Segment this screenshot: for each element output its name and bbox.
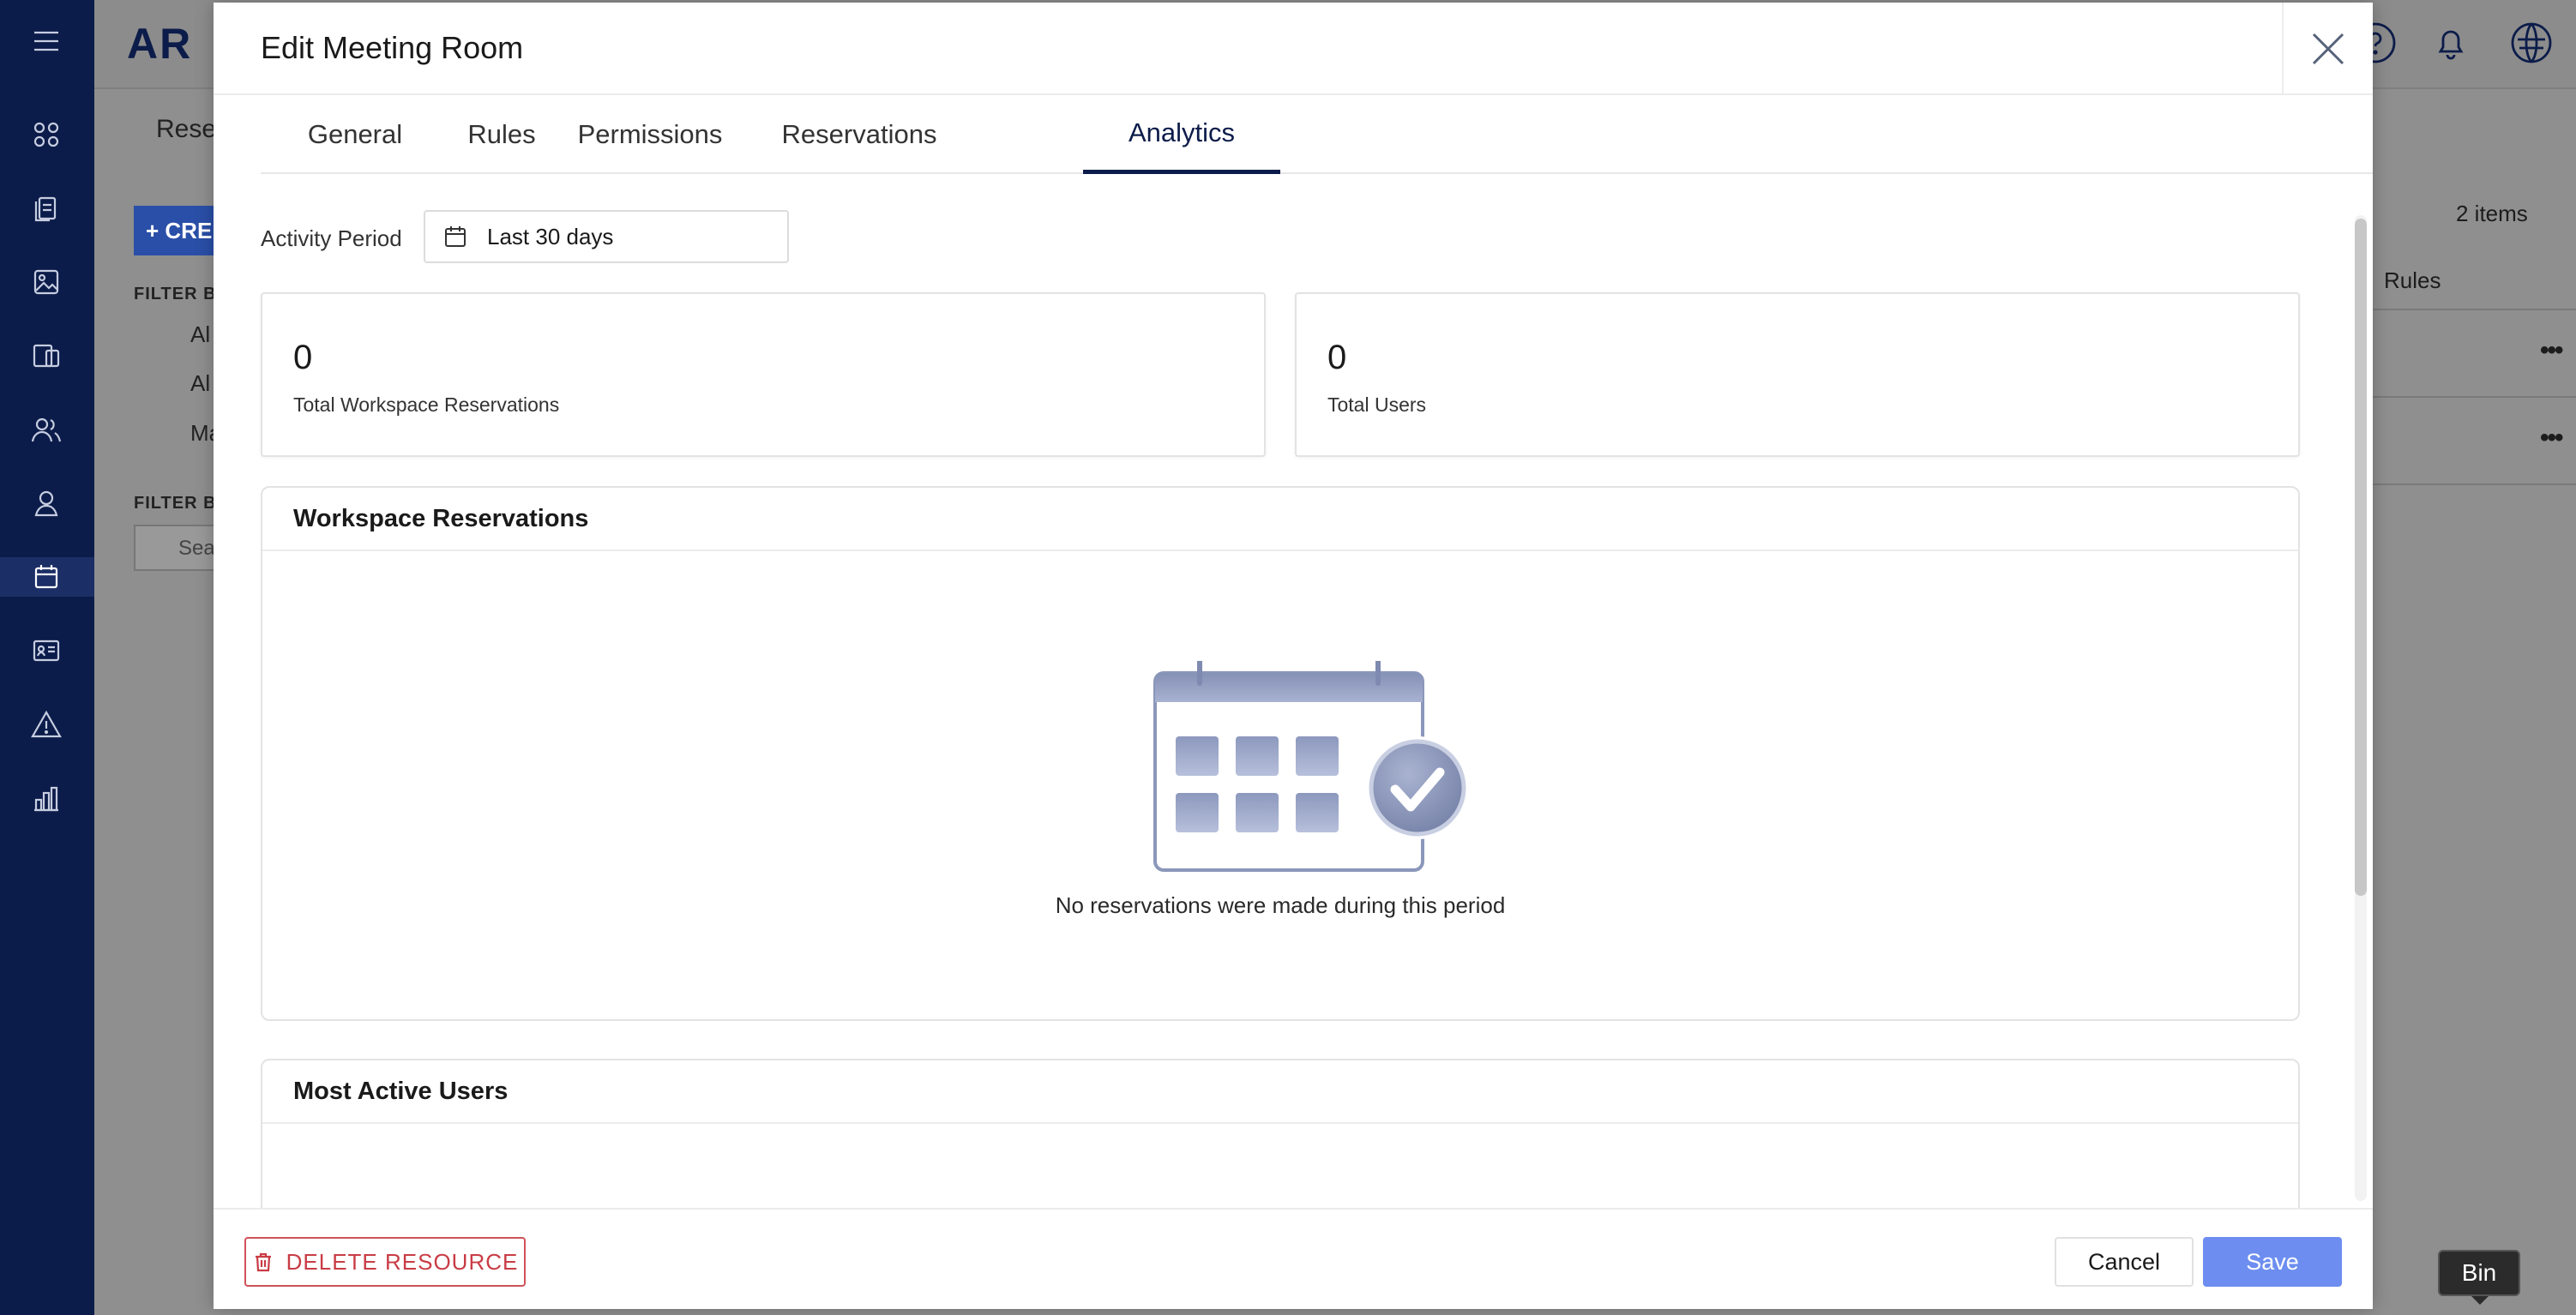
dashboard-icon[interactable]: [27, 115, 66, 154]
app-logo: AR: [127, 20, 193, 68]
stat-label: Total Users: [1327, 393, 1427, 416]
search-input[interactable]: Sea: [134, 525, 220, 571]
tab-analytics[interactable]: Analytics: [1083, 95, 1280, 174]
sidebar: [0, 0, 94, 1315]
bell-icon[interactable]: [2429, 21, 2473, 65]
tooltip-arrow: [2471, 1296, 2489, 1305]
image-icon[interactable]: [27, 262, 66, 302]
dialog-header: Edit Meeting Room: [214, 3, 2373, 95]
dialog-tabs: General Rules Permissions Reservations A…: [261, 95, 2373, 174]
save-button[interactable]: Save: [2203, 1237, 2342, 1287]
background-tab: Rese: [156, 115, 217, 143]
calendar-icon: [445, 226, 466, 247]
devices-icon[interactable]: [27, 336, 66, 375]
visitor-icon[interactable]: [27, 483, 66, 523]
tab-general[interactable]: General: [261, 95, 449, 174]
tooltip: Bin: [2438, 1250, 2520, 1296]
empty-state-message: No reservations were made during this pe…: [1055, 892, 1506, 918]
row-actions-icon[interactable]: •••: [2540, 336, 2563, 365]
row-divider: [2367, 483, 2576, 485]
activity-period-picker[interactable]: Last 30 days: [424, 210, 789, 263]
close-icon: [2312, 33, 2344, 65]
stat-label: Total Workspace Reservations: [293, 393, 560, 416]
dialog-footer: DELETE RESOURCE Cancel Save: [214, 1208, 2373, 1309]
warning-icon[interactable]: [27, 705, 66, 744]
stat-card-total-users: 0 Total Users: [1295, 292, 2300, 457]
tab-rules[interactable]: Rules: [449, 95, 554, 174]
stat-card-total-reservations: 0 Total Workspace Reservations: [261, 292, 1266, 457]
delete-resource-label: DELETE RESOURCE: [286, 1248, 519, 1275]
id-card-icon[interactable]: [27, 631, 66, 670]
activity-period-value: Last 30 days: [487, 223, 614, 249]
tab-reservations[interactable]: Reservations: [746, 95, 972, 174]
analytics-icon[interactable]: [27, 778, 66, 818]
calendar-icon[interactable]: [0, 557, 94, 597]
dialog-scrollbar[interactable]: [2355, 215, 2367, 1201]
documents-icon[interactable]: [27, 189, 66, 228]
delete-resource-button[interactable]: DELETE RESOURCE: [244, 1237, 526, 1287]
empty-state: No reservations were made during this pe…: [262, 549, 2298, 1021]
filter-item[interactable]: Al: [190, 370, 210, 397]
avatar[interactable]: [2509, 21, 2554, 65]
tab-permissions[interactable]: Permissions: [554, 95, 746, 174]
activity-period-label: Activity Period: [261, 225, 402, 251]
close-button[interactable]: [2282, 3, 2373, 95]
calendar-check-icon: [1153, 661, 1469, 872]
row-actions-icon[interactable]: •••: [2540, 423, 2563, 453]
column-header-rules: Rules: [2384, 267, 2441, 293]
filter-item[interactable]: Al: [190, 321, 210, 348]
panel-title: Workspace Reservations: [293, 505, 589, 532]
dialog-title: Edit Meeting Room: [261, 30, 524, 65]
row-divider: [2367, 396, 2576, 398]
cancel-button[interactable]: Cancel: [2055, 1237, 2194, 1287]
trash-icon: [255, 1252, 271, 1272]
most-active-users-panel: Most Active Users: [261, 1059, 2300, 1213]
row-divider: [2367, 309, 2576, 310]
panel-title: Most Active Users: [293, 1078, 509, 1105]
stat-value: 0: [1327, 339, 1347, 376]
menu-icon[interactable]: [27, 21, 66, 61]
scrollbar-thumb[interactable]: [2355, 219, 2367, 896]
panel-divider: [262, 1122, 2298, 1124]
items-count: 2 items: [2456, 201, 2528, 226]
workspace-reservations-panel: Workspace Reservations No reservations w…: [261, 486, 2300, 1021]
users-icon[interactable]: [27, 410, 66, 449]
stat-value: 0: [293, 339, 313, 376]
edit-meeting-room-dialog: Edit Meeting Room General Rules Permissi…: [214, 3, 2373, 1309]
